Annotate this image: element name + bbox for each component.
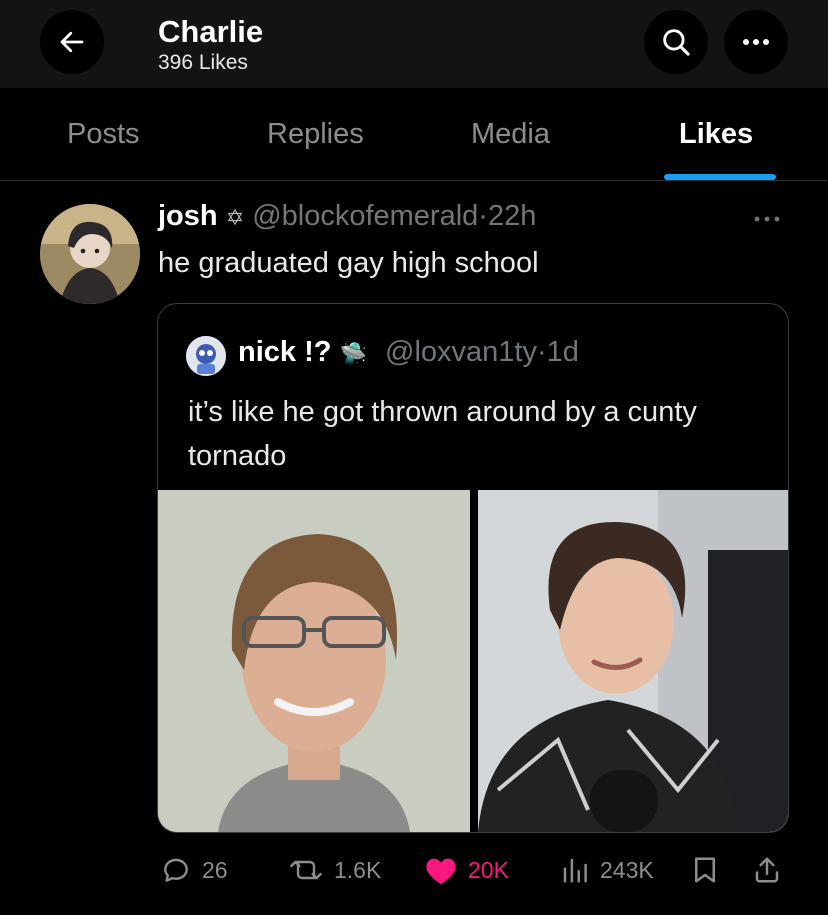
more-dots-icon (754, 216, 780, 222)
views-button[interactable]: 243K (560, 854, 654, 886)
more-dots-icon (743, 39, 769, 45)
analytics-bars-icon (563, 858, 587, 883)
tab-posts[interactable]: Posts (67, 118, 140, 151)
view-count: 243K (600, 856, 654, 883)
likes-count: 396 Likes (158, 51, 248, 74)
share-button[interactable] (752, 854, 782, 886)
portrait-photo-right (478, 490, 788, 832)
repost-icon (290, 860, 322, 880)
like-count: 20K (468, 856, 509, 883)
quote-author-handle[interactable]: @loxvan1ty (385, 336, 537, 368)
reply-button[interactable]: 26 (160, 854, 228, 886)
quote-author-name[interactable]: nick !? (238, 336, 331, 368)
quote-author-line: nick !? 🛸 @loxvan1ty·1d (238, 336, 579, 369)
portrait-photo-left (158, 490, 470, 832)
like-button[interactable]: 20K (424, 854, 509, 886)
post-more-button[interactable] (752, 204, 782, 230)
heart-icon (426, 858, 456, 885)
tab-replies[interactable]: Replies (267, 118, 364, 151)
search-icon (663, 29, 690, 56)
profile-tabs: Posts Replies Media Likes (0, 88, 828, 181)
arrow-left-icon (60, 31, 84, 53)
search-button[interactable] (644, 10, 708, 74)
bookmark-icon (695, 857, 715, 883)
post-author-handle[interactable]: @blockofemerald (252, 200, 478, 232)
more-options-button[interactable] (724, 10, 788, 74)
repost-button[interactable]: 1.6K (288, 854, 381, 886)
profile-header: Charlie 396 Likes (0, 0, 828, 88)
reply-icon (164, 858, 188, 882)
avatar-illustration (40, 204, 140, 304)
author-avatar[interactable] (40, 204, 140, 304)
tab-likes[interactable]: Likes (679, 118, 753, 151)
bookmark-button[interactable] (690, 854, 720, 886)
post-action-bar: 26 1.6K 20K 243K (0, 848, 828, 894)
author-badge: ✡ (225, 205, 245, 230)
robot-avatar-icon (186, 336, 226, 376)
quoted-post[interactable]: nick !? 🛸 @loxvan1ty·1d it’s like he got… (157, 303, 789, 833)
quote-image-right[interactable] (478, 490, 788, 832)
reply-count: 26 (202, 856, 228, 883)
post-author-line: josh ✡ @blockofemerald·22h (158, 200, 536, 233)
repost-count: 1.6K (334, 856, 382, 883)
quote-text: it’s like he got thrown around by a cunt… (188, 396, 697, 472)
tab-media[interactable]: Media (471, 118, 550, 151)
post-text: he graduated gay high school (158, 247, 539, 279)
post-separator: · (478, 200, 488, 232)
post-time[interactable]: 22h (488, 200, 536, 232)
quote-author-avatar[interactable] (186, 336, 226, 376)
quote-image-left[interactable] (158, 490, 470, 832)
post-author-name[interactable]: josh (158, 200, 218, 232)
back-button[interactable] (40, 10, 104, 74)
active-tab-indicator (664, 174, 776, 180)
quote-separator: · (536, 336, 547, 368)
quote-time[interactable]: 1d (547, 336, 579, 368)
ufo-emoji: 🛸 (339, 341, 367, 366)
profile-name: Charlie (158, 14, 264, 49)
share-icon (755, 857, 779, 883)
